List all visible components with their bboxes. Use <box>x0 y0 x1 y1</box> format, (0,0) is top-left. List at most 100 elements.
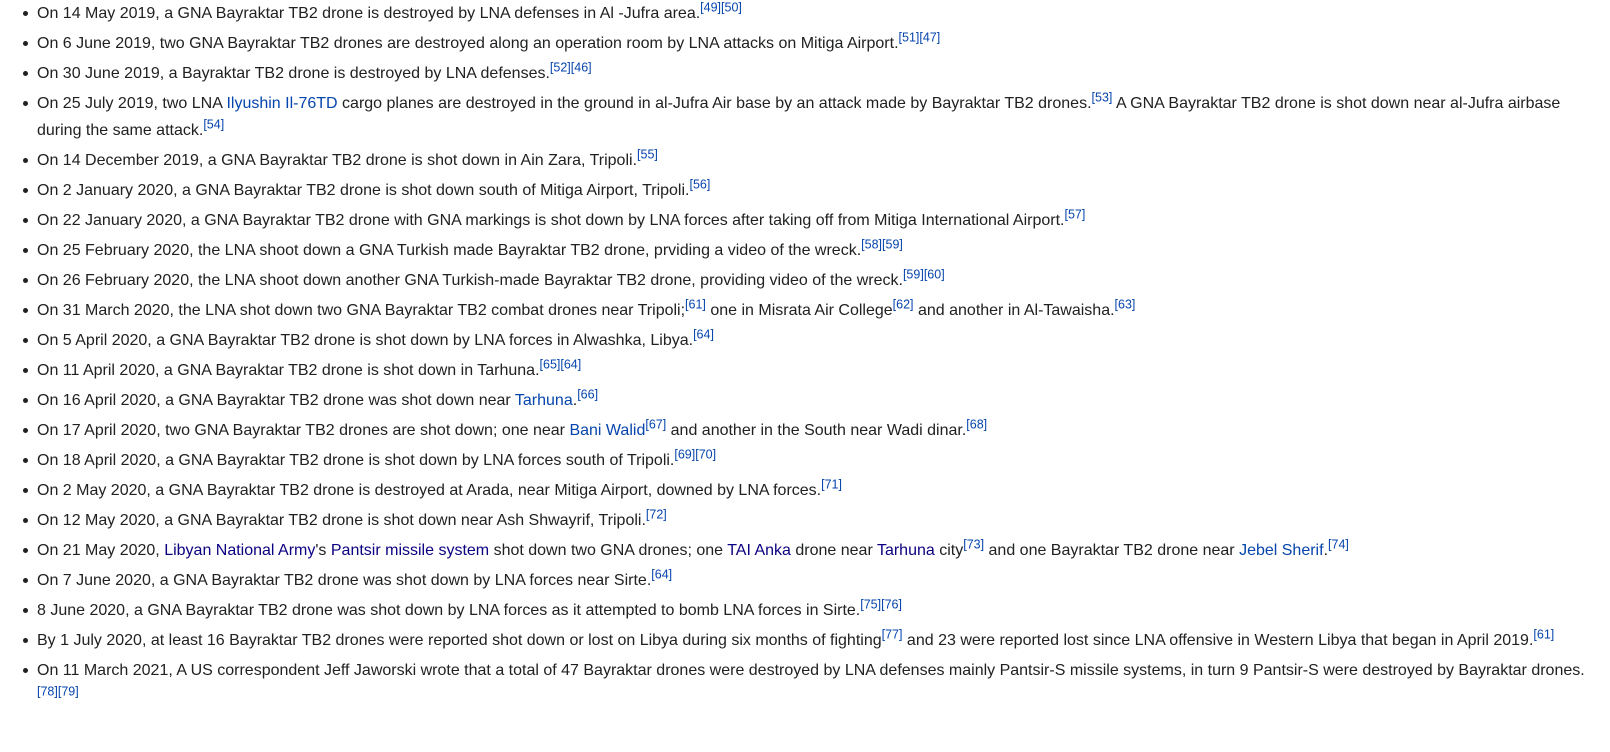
reference-superscript: [64] <box>693 328 714 342</box>
wiki-link[interactable]: Tarhuna <box>877 542 935 559</box>
item-text: and another in the South near Wadi dinar… <box>666 422 967 439</box>
reference-link[interactable]: [58] <box>861 238 882 252</box>
incident-list: On 14 May 2019, a GNA Bayraktar TB2 dron… <box>0 0 1610 711</box>
list-item: On 11 April 2020, a GNA Bayraktar TB2 dr… <box>23 357 1604 384</box>
wiki-link[interactable]: Jebel Sherif <box>1239 542 1324 559</box>
list-item: On 25 July 2019, two LNA Ilyushin Il-76T… <box>23 90 1604 144</box>
item-text: and one Bayraktar TB2 drone near <box>984 542 1240 559</box>
reference-superscript: [79] <box>58 685 79 699</box>
reference-superscript: [76] <box>881 598 902 612</box>
item-text: and 23 were reported lost since LNA offe… <box>902 632 1534 649</box>
item-text: shot down two GNA drones; one <box>489 542 728 559</box>
list-item: On 11 March 2021, A US correspondent Jef… <box>23 657 1604 711</box>
reference-link[interactable]: [67] <box>645 418 666 432</box>
list-item: On 31 March 2020, the LNA shot down two … <box>23 297 1604 324</box>
reference-link[interactable]: [66] <box>577 388 598 402</box>
item-text: On 14 December 2019, a GNA Bayraktar TB2… <box>37 152 638 169</box>
reference-superscript: [64] <box>651 568 672 582</box>
reference-link[interactable]: [50] <box>721 1 742 15</box>
reference-link[interactable]: [65] <box>540 358 561 372</box>
reference-link[interactable]: [61] <box>1533 628 1554 642</box>
reference-link[interactable]: [73] <box>963 538 984 552</box>
list-item: On 6 June 2019, two GNA Bayraktar TB2 dr… <box>23 30 1604 57</box>
reference-link[interactable]: [71] <box>821 478 842 492</box>
list-item: On 12 May 2020, a GNA Bayraktar TB2 dron… <box>23 507 1604 534</box>
list-item: 8 June 2020, a GNA Bayraktar TB2 drone w… <box>23 597 1604 624</box>
reference-link[interactable]: [52] <box>550 61 571 75</box>
reference-link[interactable]: [75] <box>860 598 881 612</box>
reference-superscript: [52] <box>550 61 571 75</box>
item-text: On 2 May 2020, a GNA Bayraktar TB2 drone… <box>37 482 822 499</box>
wiki-link[interactable]: Ilyushin Il-76TD <box>226 95 337 112</box>
item-text: On 21 May 2020, <box>37 542 165 559</box>
list-item: On 17 April 2020, two GNA Bayraktar TB2 … <box>23 417 1604 444</box>
reference-superscript: [78] <box>37 685 58 699</box>
item-text: On 14 May 2019, a GNA Bayraktar TB2 dron… <box>37 5 701 22</box>
reference-link[interactable]: [46] <box>571 61 592 75</box>
wiki-link[interactable]: Tarhuna <box>515 392 573 409</box>
item-text: On 30 June 2019, a Bayraktar TB2 drone i… <box>37 65 550 82</box>
reference-link[interactable]: [51] <box>899 31 920 45</box>
reference-link[interactable]: [64] <box>651 568 672 582</box>
item-text: On 11 April 2020, a GNA Bayraktar TB2 dr… <box>37 362 540 379</box>
reference-link[interactable]: [55] <box>637 148 658 162</box>
reference-link[interactable]: [59] <box>903 268 924 282</box>
item-text: drone near <box>790 542 877 559</box>
reference-link[interactable]: [57] <box>1064 208 1085 222</box>
item-text: On 25 July 2019, two LNA <box>37 95 227 112</box>
reference-superscript: [61] <box>1533 628 1554 642</box>
item-text: cargo planes are destroyed in the ground… <box>337 95 1092 112</box>
reference-superscript: [53] <box>1092 91 1113 105</box>
reference-superscript: [58] <box>861 238 882 252</box>
reference-superscript: [68] <box>966 418 987 432</box>
reference-superscript: [65] <box>540 358 561 372</box>
reference-link[interactable]: [56] <box>689 178 710 192</box>
wiki-link[interactable]: Pantsir missile system <box>331 542 489 559</box>
reference-link[interactable]: [53] <box>1092 91 1113 105</box>
reference-link[interactable]: [64] <box>560 358 581 372</box>
reference-link[interactable]: [61] <box>685 298 706 312</box>
item-text: On 26 February 2020, the LNA shoot down … <box>37 272 903 289</box>
reference-link[interactable]: [54] <box>203 118 224 132</box>
list-item: On 14 December 2019, a GNA Bayraktar TB2… <box>23 147 1604 174</box>
item-text: On 11 March 2021, A US correspondent Jef… <box>37 662 1585 679</box>
reference-link[interactable]: [49] <box>700 1 721 15</box>
reference-superscript: [70] <box>695 448 716 462</box>
reference-link[interactable]: [77] <box>882 628 903 642</box>
reference-link[interactable]: [68] <box>966 418 987 432</box>
reference-link[interactable]: [60] <box>924 268 945 282</box>
reference-link[interactable]: [76] <box>881 598 902 612</box>
reference-superscript: [74] <box>1328 538 1349 552</box>
wiki-link[interactable]: Libyan National Army <box>164 542 315 559</box>
reference-link[interactable]: [59] <box>882 238 903 252</box>
wiki-link[interactable]: TAI Anka <box>727 542 791 559</box>
list-item: By 1 July 2020, at least 16 Bayraktar TB… <box>23 627 1604 654</box>
reference-link[interactable]: [70] <box>695 448 716 462</box>
item-text: and another in Al-Tawaisha. <box>913 302 1115 319</box>
reference-link[interactable]: [62] <box>893 298 914 312</box>
reference-superscript: [66] <box>577 388 598 402</box>
item-text: 8 June 2020, a GNA Bayraktar TB2 drone w… <box>37 602 861 619</box>
list-item: On 2 May 2020, a GNA Bayraktar TB2 drone… <box>23 477 1604 504</box>
item-text: By 1 July 2020, at least 16 Bayraktar TB… <box>37 632 882 649</box>
reference-link[interactable]: [63] <box>1115 298 1136 312</box>
item-text: On 25 February 2020, the LNA shoot down … <box>37 242 862 259</box>
list-item: On 25 February 2020, the LNA shoot down … <box>23 237 1604 264</box>
reference-link[interactable]: [64] <box>693 328 714 342</box>
reference-superscript: [50] <box>721 1 742 15</box>
reference-link[interactable]: [79] <box>58 685 79 699</box>
reference-link[interactable]: [78] <box>37 685 58 699</box>
reference-link[interactable]: [72] <box>646 508 667 522</box>
reference-link[interactable]: [69] <box>674 448 695 462</box>
wiki-link[interactable]: Bani Walid <box>569 422 645 439</box>
reference-link[interactable]: [47] <box>919 31 940 45</box>
list-item: On 14 May 2019, a GNA Bayraktar TB2 dron… <box>23 0 1604 27</box>
reference-superscript: [54] <box>203 118 224 132</box>
reference-link[interactable]: [74] <box>1328 538 1349 552</box>
list-item: On 16 April 2020, a GNA Bayraktar TB2 dr… <box>23 387 1604 414</box>
reference-superscript: [64] <box>560 358 581 372</box>
item-text: On 18 April 2020, a GNA Bayraktar TB2 dr… <box>37 452 675 469</box>
reference-superscript: [71] <box>821 478 842 492</box>
reference-superscript: [51] <box>899 31 920 45</box>
reference-superscript: [46] <box>571 61 592 75</box>
